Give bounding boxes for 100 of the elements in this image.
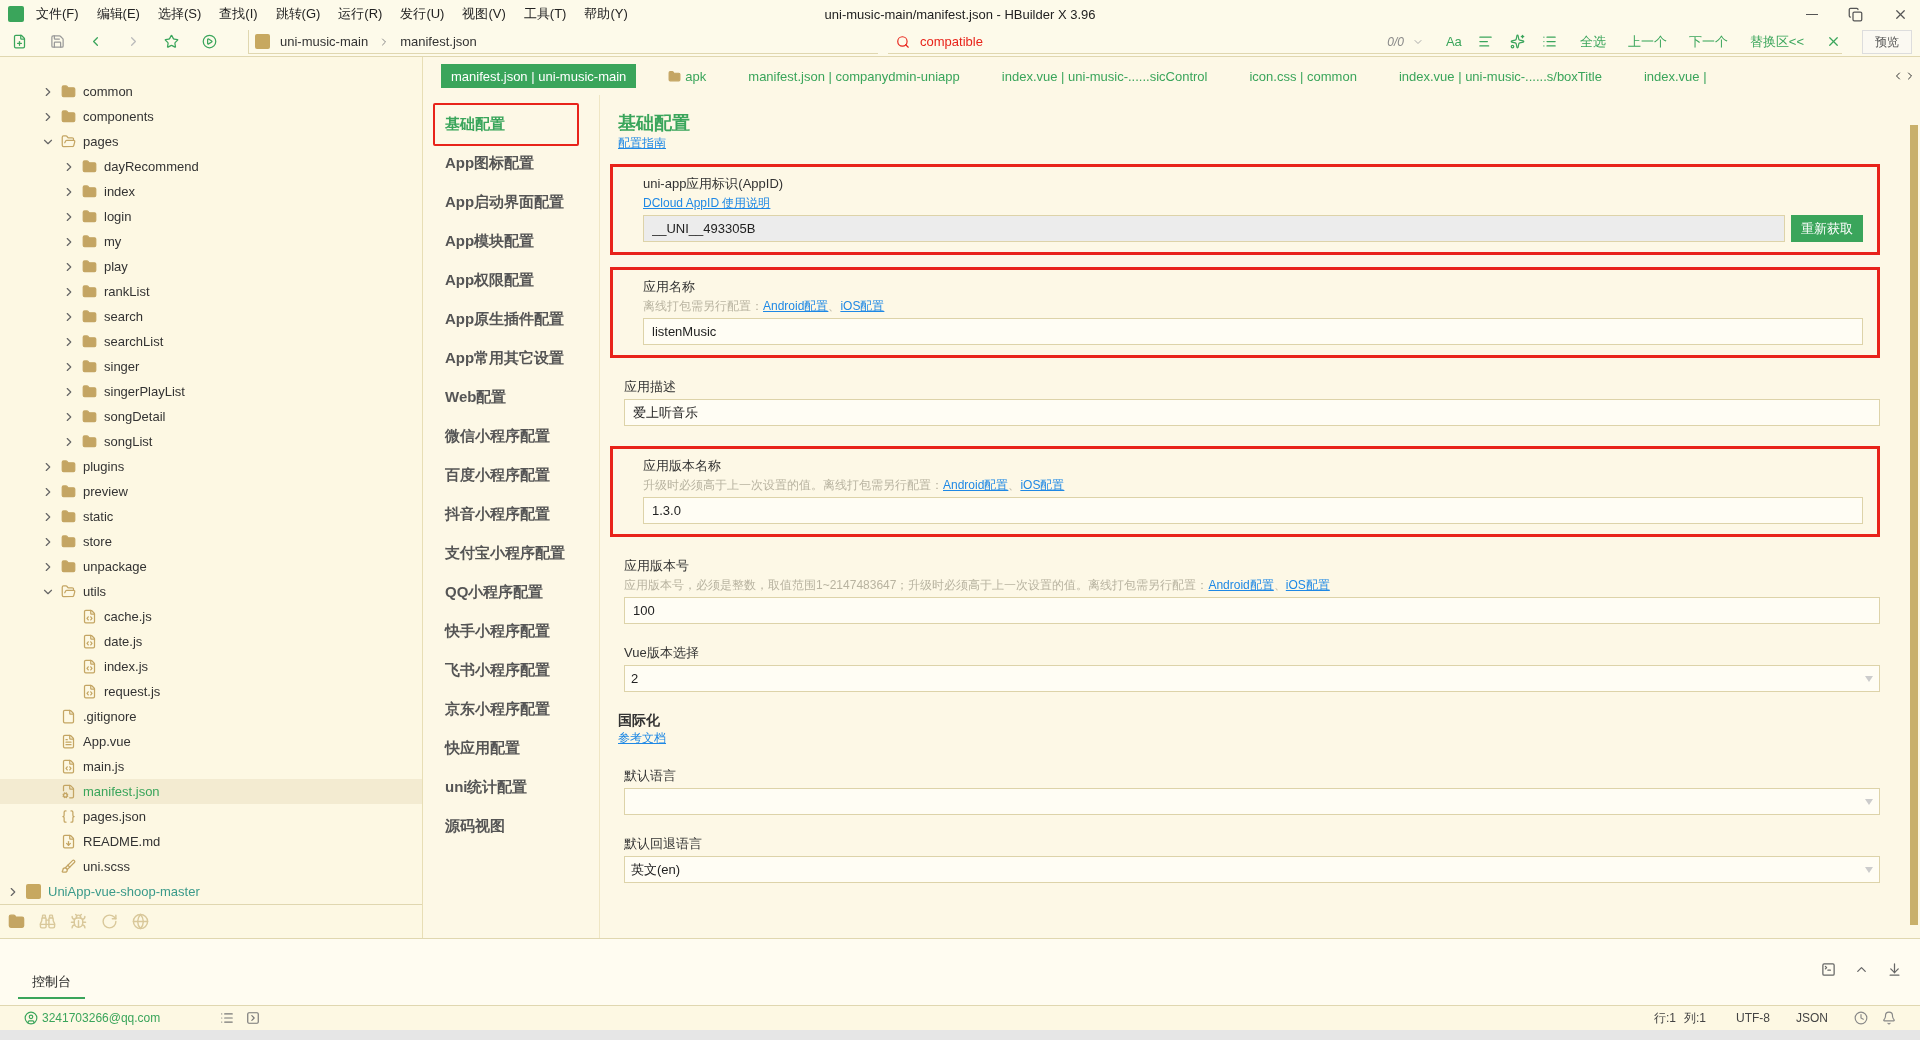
select-field[interactable]: 2 [624, 665, 1880, 692]
tree-item[interactable]: singerPlayList [104, 384, 185, 399]
docs-link[interactable]: 配置指南 [618, 136, 666, 150]
user-icon [24, 1011, 38, 1025]
tree-item[interactable]: searchList [104, 334, 164, 349]
menu-item[interactable]: 跳转(G) [275, 5, 321, 23]
open-folder-icon [61, 134, 76, 149]
tree-item[interactable]: singer [104, 359, 140, 374]
tree-item[interactable]: songDetail [104, 409, 166, 424]
tree-item[interactable]: index [104, 184, 136, 199]
tree-item[interactable]: components [83, 109, 154, 124]
scrollbar-thumb[interactable] [1910, 125, 1918, 925]
tree-item[interactable]: my [104, 234, 122, 249]
text-field[interactable]: 100 [624, 597, 1880, 624]
console-tab[interactable]: 控制台 [18, 973, 85, 999]
tree-item[interactable]: date.js [104, 634, 143, 649]
folder-icon [61, 459, 76, 474]
folder-icon [82, 259, 97, 274]
file-language[interactable]: JSON [1796, 1011, 1828, 1025]
field-label: 应用版本名称 [643, 457, 722, 475]
config-link[interactable]: Android配置 [1208, 578, 1274, 592]
tree-item[interactable]: pages [83, 134, 119, 149]
tree-item[interactable]: songList [104, 434, 153, 449]
menu-item[interactable]: 编辑(E) [96, 5, 140, 23]
tree-item[interactable]: plugins [83, 459, 125, 474]
tree-item[interactable]: rankList [104, 284, 150, 299]
breadcrumb-item[interactable]: manifest.json [400, 34, 477, 49]
folder-icon [61, 509, 76, 524]
tree-item[interactable]: dayRecommend [104, 159, 199, 174]
text-field[interactable]: 爱上听音乐 [624, 399, 1880, 426]
tree-item[interactable]: index.js [104, 659, 149, 674]
save-icon [50, 34, 65, 49]
tree-item[interactable]: login [104, 209, 132, 224]
tree-item[interactable]: play [104, 259, 128, 274]
preview-button[interactable]: 预览 [1862, 30, 1912, 54]
tree-item[interactable]: pages.json [83, 809, 146, 824]
text-file-icon [61, 734, 76, 749]
text-field[interactable]: 1.3.0 [643, 497, 1863, 524]
script-file-icon [82, 609, 97, 624]
help-link[interactable]: DCloud AppID 使用说明 [643, 196, 771, 210]
menu-item[interactable]: 工具(T) [523, 5, 567, 23]
download-icon [1887, 961, 1902, 977]
field-label: 默认语言 [624, 767, 677, 785]
tree-item[interactable]: .gitignore [83, 709, 137, 724]
tree-item[interactable]: App.vue [83, 734, 131, 749]
field-label: 应用名称 [643, 278, 696, 296]
list-icon [220, 1011, 235, 1025]
tree-item[interactable]: preview [83, 484, 128, 499]
breadcrumb-item[interactable]: uni-music-main [280, 34, 369, 49]
field-label: uni-app应用标识(AppID) [643, 175, 785, 193]
search-icon [896, 34, 910, 49]
tree-item[interactable]: cache.js [104, 609, 152, 624]
menu-item[interactable]: 发行(U) [400, 5, 445, 23]
bug-icon [70, 913, 87, 930]
folder-icon [82, 359, 97, 374]
script-file-icon [61, 759, 76, 774]
file-encoding[interactable]: UTF-8 [1736, 1011, 1770, 1025]
open-folder-icon [61, 584, 76, 599]
terminal-icon [246, 1011, 261, 1025]
tree-item[interactable]: search [104, 309, 144, 324]
gear-file-icon [61, 784, 76, 799]
tree-item[interactable]: utils [83, 584, 107, 599]
text-field[interactable]: __UNI__493305B [643, 215, 1785, 242]
restore-icon [1848, 6, 1863, 22]
menu-item[interactable]: 文件(F) [36, 5, 79, 23]
tree-item[interactable]: request.js [104, 684, 161, 699]
menu-item[interactable]: 视图(V) [462, 5, 506, 23]
tree-item[interactable]: README.md [83, 834, 161, 849]
tree-item[interactable]: common [83, 84, 133, 99]
menu-item[interactable]: 帮助(Y) [584, 5, 628, 23]
menu-item[interactable]: 查找(I) [219, 5, 258, 23]
config-link[interactable]: iOS配置 [840, 299, 885, 313]
tree-item[interactable]: uni.scss [83, 859, 130, 874]
select-field[interactable] [624, 788, 1880, 815]
brush-icon [61, 859, 76, 874]
search-field[interactable]: compatible [918, 33, 1318, 50]
field-hint: 离线打包需另行配置：Android配置、iOS配置 [643, 298, 886, 315]
config-link[interactable]: Android配置 [943, 478, 1009, 492]
config-link[interactable]: Android配置 [763, 299, 829, 313]
config-link[interactable]: iOS配置 [1020, 478, 1065, 492]
tree-item[interactable]: main.js [83, 759, 125, 774]
menu-item[interactable]: 选择(S) [157, 5, 202, 23]
braces-icon [61, 809, 76, 824]
script-file-icon [82, 634, 97, 649]
config-link[interactable]: iOS配置 [1285, 578, 1330, 592]
section-title: 基础配置 [618, 112, 691, 135]
refresh-icon [101, 913, 118, 930]
script-file-icon [82, 684, 97, 699]
menu-item[interactable]: 运行(R) [338, 5, 383, 23]
cursor-line: 行:1 [1653, 1009, 1676, 1027]
new-file-icon [12, 34, 27, 49]
folder-icon [82, 209, 97, 224]
tree-item[interactable]: unpackage [83, 559, 147, 574]
tree-item[interactable]: static [83, 509, 114, 524]
tree-item[interactable]: store [83, 534, 112, 549]
docs-link[interactable]: 参考文档 [618, 731, 666, 745]
text-field[interactable]: listenMusic [643, 318, 1863, 345]
select-field[interactable]: 英文(en) [624, 856, 1880, 883]
minimize-icon[interactable] [1806, 13, 1818, 15]
file-icon [61, 709, 76, 724]
